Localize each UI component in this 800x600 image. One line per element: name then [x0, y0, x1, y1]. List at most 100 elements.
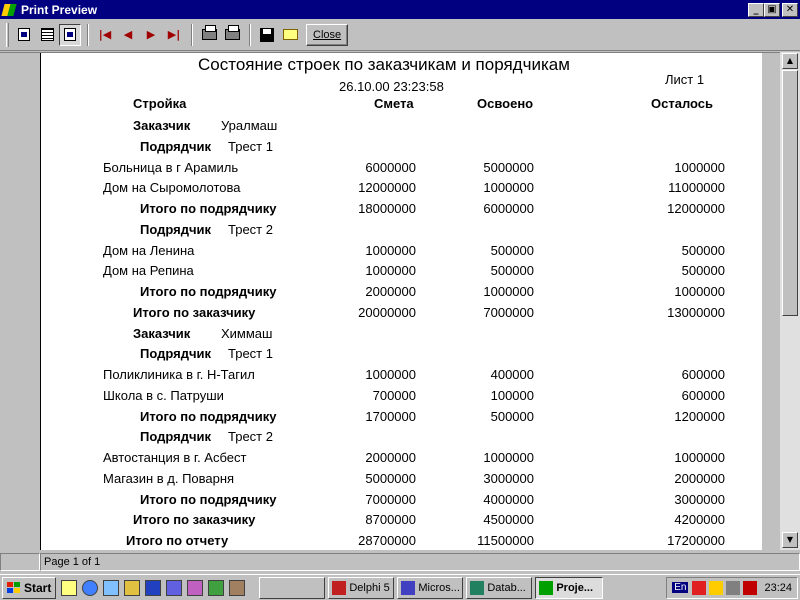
delphi-icon [332, 580, 347, 595]
close-button[interactable]: Close [306, 23, 349, 46]
estimate-value: 1000000 [365, 263, 416, 278]
quicklaunch-network-icon[interactable] [103, 579, 120, 596]
quicklaunch-book-icon[interactable] [145, 579, 162, 596]
custtotal-label: Итого по заказчику [133, 305, 256, 320]
contractor-name: Трест 1 [228, 139, 273, 154]
zoom-100-button[interactable] [59, 23, 81, 46]
close-button-label: Close [313, 28, 342, 41]
windows-logo-icon [7, 581, 21, 594]
quicklaunch-word-icon[interactable] [166, 579, 183, 596]
printer-setup-button[interactable] [198, 24, 220, 46]
last-page-icon: ▶| [167, 28, 181, 41]
spent-value: 1000000 [483, 450, 534, 465]
vertical-scrollbar[interactable]: ▲ ▼ [780, 52, 800, 550]
toolbar-grip [6, 22, 9, 47]
spent-value: 1000000 [483, 284, 534, 299]
preview-area[interactable]: Состояние строек по заказчикам и порядчи… [0, 52, 780, 550]
spent-value: 100000 [490, 388, 534, 403]
taskbar-button-delphi[interactable]: Delphi 5 [328, 576, 395, 599]
taskbar-button-project[interactable]: Proje... [535, 576, 604, 599]
site-name: Поликлиника в г. Н-Тагил [103, 367, 255, 382]
save-icon [260, 27, 274, 42]
report-title: Состояние строек по заказчикам и порядчи… [198, 55, 570, 74]
tray-icon-2[interactable] [709, 580, 724, 595]
customer-label: Заказчик [133, 118, 191, 133]
tray-icon-1[interactable] [692, 580, 707, 595]
open-button[interactable] [279, 24, 301, 46]
taskbar-button-blank[interactable] [259, 576, 326, 599]
remaining-value: 12000000 [667, 201, 725, 216]
word-icon [401, 580, 416, 595]
site-name: Больница в г Арамиль [103, 160, 239, 175]
contractor-name: Трест 2 [228, 429, 273, 444]
quicklaunch-ie-icon[interactable] [82, 579, 99, 596]
scroll-thumb[interactable] [782, 70, 798, 316]
remaining-value: 13000000 [667, 305, 725, 320]
contractor-label: Подрядчик [140, 429, 212, 444]
print-button[interactable] [221, 24, 243, 46]
start-button[interactable]: Start [2, 576, 57, 599]
minimize-button[interactable]: _ [748, 2, 764, 17]
app-icon [1, 2, 18, 18]
remaining-value: 500000 [681, 263, 725, 278]
remaining-value: 1000000 [674, 284, 725, 299]
first-page-button[interactable]: |◀ [94, 24, 116, 46]
site-name: Магазин в д. Поварня [103, 471, 235, 486]
site-name: Дом на Ленина [103, 243, 195, 258]
grandtotal-label: Итого по отчету [126, 533, 229, 548]
contractor-name: Трест 1 [228, 346, 273, 361]
header-spent: Освоено [477, 96, 534, 111]
tray-icon-3[interactable] [743, 580, 758, 595]
quicklaunch-chart-icon[interactable] [208, 579, 225, 596]
estimate-value: 1000000 [365, 243, 416, 258]
header-site: Стройка [133, 96, 187, 111]
start-label: Start [24, 580, 52, 595]
open-folder-icon [282, 29, 298, 40]
spent-value: 11500000 [477, 533, 534, 548]
maximize-button[interactable]: ▣ [764, 2, 780, 17]
next-page-button[interactable]: ▶ [140, 24, 162, 46]
subtotal-label: Итого по подрядчику [140, 492, 277, 507]
system-tray: En 23:24 [666, 576, 798, 599]
report-sheet: Лист 1 [665, 72, 705, 87]
estimate-value: 8700000 [365, 512, 416, 527]
subtotal-label: Итого по подрядчику [140, 201, 277, 216]
contractor-label: Подрядчик [140, 139, 212, 154]
print-icon [224, 25, 240, 40]
status-cell-left [0, 553, 40, 571]
estimate-value: 1000000 [365, 367, 416, 382]
quicklaunch-edit-icon[interactable] [61, 579, 78, 596]
site-name: Дом на Сыромолотова [103, 180, 241, 195]
quicklaunch-people-icon[interactable] [229, 579, 246, 596]
prev-page-button[interactable]: ◀ [117, 24, 139, 46]
whole-page-button[interactable] [13, 24, 35, 46]
site-name: Дом на Репина [103, 263, 194, 278]
subtotal-label: Итого по подрядчику [140, 284, 277, 299]
contractor-label: Подрядчик [140, 346, 212, 361]
scroll-up-button[interactable]: ▲ [782, 53, 798, 69]
page-width-button[interactable] [36, 24, 58, 46]
remaining-value: 600000 [681, 367, 725, 382]
speaker-icon[interactable] [726, 580, 741, 595]
spent-value: 7000000 [483, 305, 534, 320]
scroll-down-button[interactable]: ▼ [782, 532, 798, 548]
taskbar-button-database[interactable]: Datab... [466, 576, 533, 599]
save-button[interactable] [256, 24, 278, 46]
estimate-value: 700000 [372, 388, 416, 403]
taskbar-button-word[interactable]: Micros... [397, 576, 464, 599]
contractor-name: Трест 2 [228, 222, 273, 237]
last-page-button[interactable]: ▶| [163, 24, 185, 46]
next-page-icon: ▶ [146, 28, 156, 41]
quicklaunch-tool-icon[interactable] [187, 579, 204, 596]
estimate-value: 5000000 [365, 471, 416, 486]
remaining-value: 1000000 [674, 160, 725, 175]
remaining-value: 1000000 [674, 450, 725, 465]
spent-value: 6000000 [483, 201, 534, 216]
spent-value: 500000 [490, 409, 534, 424]
quicklaunch-app-icon[interactable] [124, 579, 141, 596]
header-estimate: Смета [374, 96, 414, 111]
close-window-button[interactable]: ✕ [782, 2, 798, 17]
spent-value: 1000000 [483, 180, 534, 195]
estimate-value: 1700000 [365, 409, 416, 424]
language-indicator[interactable]: En [672, 582, 689, 593]
